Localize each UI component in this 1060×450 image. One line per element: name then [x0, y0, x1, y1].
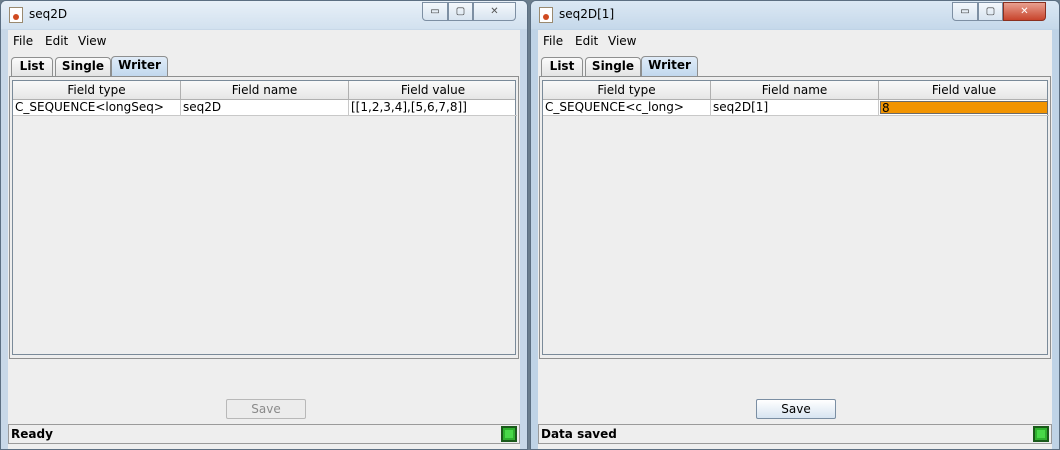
cell-field-type[interactable]: C_SEQUENCE<longSeq> — [13, 100, 181, 116]
menu-view[interactable]: View — [608, 34, 636, 48]
cell-field-value[interactable]: 8 — [879, 100, 1049, 116]
column-header-field-value[interactable]: Field value — [349, 81, 517, 99]
menu-view[interactable]: View — [78, 34, 106, 48]
fields-table[interactable]: Field type Field name Field value C_SEQU… — [12, 80, 517, 355]
column-header-field-name[interactable]: Field name — [181, 81, 349, 99]
tab-single[interactable]: Single — [585, 57, 641, 76]
tab-single[interactable]: Single — [55, 57, 111, 76]
status-led-icon — [1033, 426, 1049, 442]
maximize-button[interactable]: ▢ — [978, 2, 1003, 21]
menu-file[interactable]: File — [13, 34, 33, 48]
column-header-field-value[interactable]: Field value — [879, 81, 1049, 99]
java-app-icon[interactable] — [539, 7, 553, 23]
column-header-field-type[interactable]: Field type — [543, 81, 711, 99]
table-header: Field type Field name Field value — [13, 81, 515, 100]
save-button[interactable]: Save — [756, 399, 836, 419]
menu-bar: File Edit View — [538, 30, 1052, 52]
java-app-icon[interactable] — [9, 7, 23, 23]
close-button[interactable]: ✕ — [473, 2, 516, 21]
tab-list[interactable]: List — [541, 57, 583, 76]
table-row[interactable]: C_SEQUENCE<longSeq> seq2D [[1,2,3,4],[5,… — [13, 100, 517, 116]
window-content: File Edit View List Single Writer Field … — [8, 30, 520, 449]
status-text: Data saved — [541, 427, 617, 441]
window-title: seq2D[1] — [559, 7, 615, 21]
writer-panel: Field type Field name Field value C_SEQU… — [9, 76, 519, 359]
status-bar: Ready — [8, 424, 520, 444]
menu-edit[interactable]: Edit — [575, 34, 598, 48]
menu-bar: File Edit View — [8, 30, 520, 52]
menu-file[interactable]: File — [543, 34, 563, 48]
title-bar[interactable]: seq2D[1] ▭ ▢ ✕ — [531, 1, 1059, 29]
tab-list[interactable]: List — [11, 57, 53, 76]
status-bar: Data saved — [538, 424, 1052, 444]
status-text: Ready — [11, 427, 53, 441]
window-content: File Edit View List Single Writer Field … — [538, 30, 1052, 449]
tab-writer[interactable]: Writer — [641, 56, 698, 76]
window-title: seq2D — [29, 7, 68, 21]
tab-writer[interactable]: Writer — [111, 56, 168, 76]
column-header-field-type[interactable]: Field type — [13, 81, 181, 99]
menu-edit[interactable]: Edit — [45, 34, 68, 48]
column-header-field-name[interactable]: Field name — [711, 81, 879, 99]
window-seq2d-1: seq2D[1] ▭ ▢ ✕ File Edit View List Singl… — [530, 0, 1060, 450]
cell-field-type[interactable]: C_SEQUENCE<c_long> — [543, 100, 711, 116]
maximize-button[interactable]: ▢ — [448, 2, 473, 21]
close-button[interactable]: ✕ — [1003, 2, 1046, 21]
save-button[interactable]: Save — [226, 399, 306, 419]
title-bar[interactable]: seq2D ▭ ▢ ✕ — [1, 1, 527, 29]
cell-field-name[interactable]: seq2D[1] — [711, 100, 879, 116]
writer-panel: Field type Field name Field value C_SEQU… — [539, 76, 1051, 359]
table-row[interactable]: C_SEQUENCE<c_long> seq2D[1] 8 — [543, 100, 1049, 116]
cell-value-editor[interactable]: 8 — [880, 101, 1048, 114]
minimize-button[interactable]: ▭ — [422, 2, 448, 21]
fields-table[interactable]: Field type Field name Field value C_SEQU… — [542, 80, 1049, 355]
cell-field-value[interactable]: [[1,2,3,4],[5,6,7,8]] — [349, 100, 517, 116]
status-led-icon — [501, 426, 517, 442]
minimize-button[interactable]: ▭ — [952, 2, 978, 21]
window-seq2d: seq2D ▭ ▢ ✕ File Edit View List Single W… — [0, 0, 528, 450]
cell-field-name[interactable]: seq2D — [181, 100, 349, 116]
table-header: Field type Field name Field value — [543, 81, 1047, 100]
